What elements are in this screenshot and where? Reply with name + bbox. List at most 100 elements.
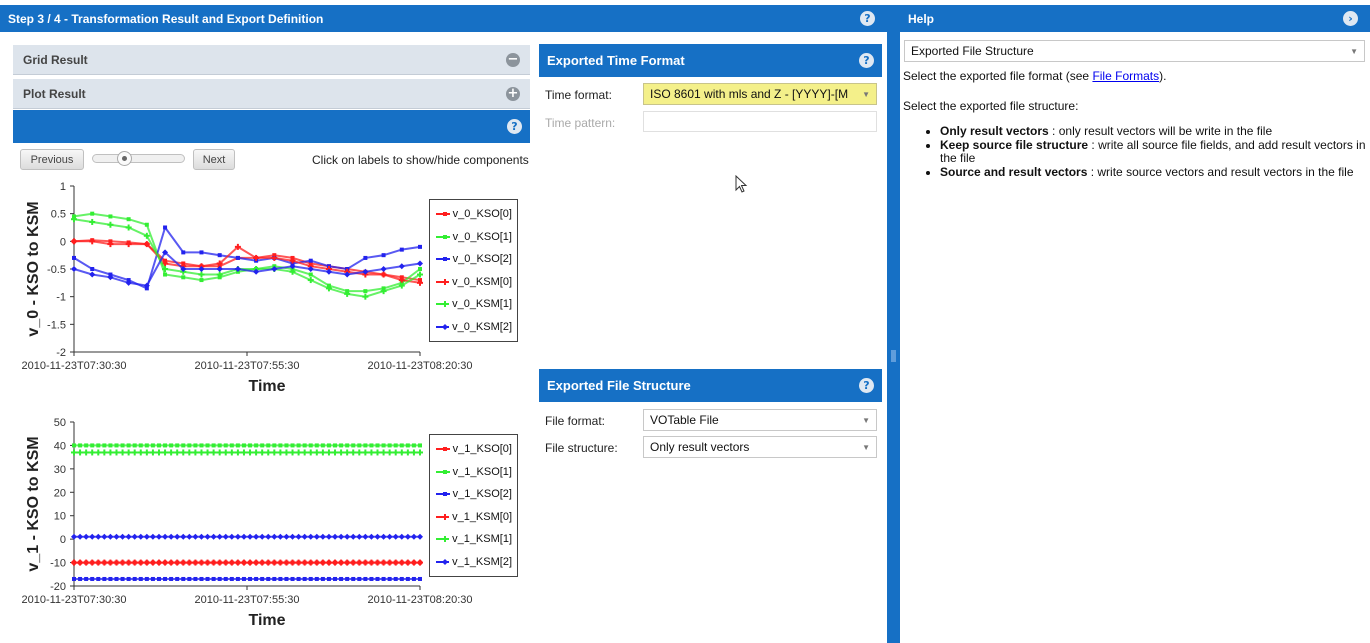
plot-result-header[interactable]: Plot Result + xyxy=(13,79,530,109)
time-pattern-input[interactable] xyxy=(643,111,877,132)
legend-item[interactable]: v_1_KSM[0] xyxy=(435,506,512,529)
x-tick-label: 2010-11-23T08:20:30 xyxy=(368,594,473,606)
data-point xyxy=(132,443,137,448)
data-point xyxy=(125,449,132,456)
data-point xyxy=(169,443,174,448)
legend-item[interactable]: v_0_KSO[1] xyxy=(435,226,512,249)
data-point xyxy=(120,576,125,581)
legend-item[interactable]: v_1_KSM[2] xyxy=(435,551,512,574)
file-structure-select[interactable]: Only result vectors ▼ xyxy=(643,436,877,458)
panel-splitter[interactable] xyxy=(887,5,900,643)
data-point xyxy=(295,559,302,566)
data-point xyxy=(339,576,344,581)
data-point xyxy=(126,217,131,222)
data-point xyxy=(229,576,234,581)
plot-help-icon[interactable]: ? xyxy=(507,119,522,134)
previous-button[interactable]: Previous xyxy=(20,149,84,170)
data-point xyxy=(175,443,180,448)
data-point xyxy=(83,533,90,540)
data-point xyxy=(278,443,283,448)
data-point xyxy=(398,559,405,566)
data-point xyxy=(119,559,126,566)
data-point xyxy=(398,533,405,540)
legend-marker-icon xyxy=(436,447,450,452)
data-point xyxy=(71,559,77,566)
data-point xyxy=(290,443,295,448)
grid-result-header[interactable]: Grid Result − xyxy=(13,45,530,75)
chevron-right-icon[interactable]: › xyxy=(1343,11,1358,26)
chart-v0-legend: v_0_KSO[0] v_0_KSO[1] v_0_KSO[2] v_0_KSM[0]… xyxy=(429,199,518,342)
splitter-handle[interactable] xyxy=(891,350,896,362)
file-structure-help-icon[interactable]: ? xyxy=(859,378,874,393)
data-point xyxy=(193,576,198,581)
file-formats-link[interactable]: File Formats xyxy=(1092,69,1159,83)
data-point xyxy=(89,533,96,540)
data-point xyxy=(180,559,187,566)
plot-slider-track[interactable] xyxy=(92,151,185,166)
data-point xyxy=(143,449,150,456)
legend-item[interactable]: v_1_KSO[0] xyxy=(435,438,512,461)
data-point xyxy=(199,278,204,283)
collapse-icon[interactable]: − xyxy=(506,52,520,67)
chevron-down-icon: ▼ xyxy=(862,442,870,452)
y-tick-label: 1 xyxy=(60,181,66,193)
data-point xyxy=(89,218,96,225)
data-point xyxy=(313,559,320,566)
next-button[interactable]: Next xyxy=(193,149,235,170)
data-point xyxy=(259,559,266,566)
legend-marker xyxy=(443,234,447,239)
data-point xyxy=(266,576,271,581)
data-point xyxy=(144,576,149,581)
data-point xyxy=(71,449,77,456)
data-point xyxy=(417,559,423,566)
legend-item[interactable]: v_0_KSM[0] xyxy=(435,271,512,294)
data-point xyxy=(404,449,411,456)
data-point xyxy=(83,559,90,566)
data-point xyxy=(411,443,416,448)
data-point xyxy=(223,443,228,448)
time-format-header: Exported Time Format ? xyxy=(539,44,882,77)
data-point xyxy=(193,443,198,448)
legend-item[interactable]: v_1_KSO[2] xyxy=(435,483,512,506)
file-format-select[interactable]: VOTable File ▼ xyxy=(643,409,877,431)
time-format-select[interactable]: ISO 8601 with mls and Z - [YYYY]-[M ▼ xyxy=(643,83,877,105)
data-point xyxy=(235,443,240,448)
data-point xyxy=(362,449,369,456)
legend-marker xyxy=(443,257,447,262)
data-point xyxy=(386,559,393,566)
time-format-value: ISO 8601 with mls and Z - [YYYY]-[M xyxy=(650,87,849,101)
expand-icon[interactable]: + xyxy=(506,86,520,101)
help-topic-select[interactable]: Exported File Structure ▼ xyxy=(904,40,1365,62)
help-line-1-prefix: Select the exported file format (see xyxy=(903,69,1093,83)
data-point xyxy=(411,576,416,581)
data-point xyxy=(174,533,181,540)
legend-item[interactable]: v_0_KSO[0] xyxy=(435,203,512,226)
data-point xyxy=(181,443,186,448)
main-help-icon[interactable]: ? xyxy=(860,11,875,26)
data-point xyxy=(392,449,399,456)
plot-slider-handle[interactable] xyxy=(117,151,132,166)
data-point xyxy=(314,576,319,581)
data-point xyxy=(168,559,175,566)
data-point xyxy=(155,533,162,540)
data-point xyxy=(289,449,296,456)
chevron-down-icon: ▼ xyxy=(862,415,870,425)
legend-marker xyxy=(442,323,448,330)
help-topic-value: Exported File Structure xyxy=(911,44,1034,58)
data-point xyxy=(217,253,222,258)
data-point xyxy=(248,576,253,581)
data-point xyxy=(418,443,422,448)
legend-item[interactable]: v_0_KSM[1] xyxy=(435,293,512,316)
time-format-help-icon[interactable]: ? xyxy=(859,53,874,68)
legend-item[interactable]: v_0_KSM[2] xyxy=(435,316,512,339)
data-point xyxy=(78,443,83,448)
data-point xyxy=(308,576,313,581)
data-point xyxy=(107,533,114,540)
legend-item[interactable]: v_1_KSM[1] xyxy=(435,528,512,551)
data-point xyxy=(144,443,149,448)
data-point xyxy=(380,271,387,278)
data-point xyxy=(71,216,77,223)
legend-item[interactable]: v_1_KSO[1] xyxy=(435,461,512,484)
data-point xyxy=(283,559,290,566)
legend-item[interactable]: v_0_KSO[2] xyxy=(435,248,512,271)
